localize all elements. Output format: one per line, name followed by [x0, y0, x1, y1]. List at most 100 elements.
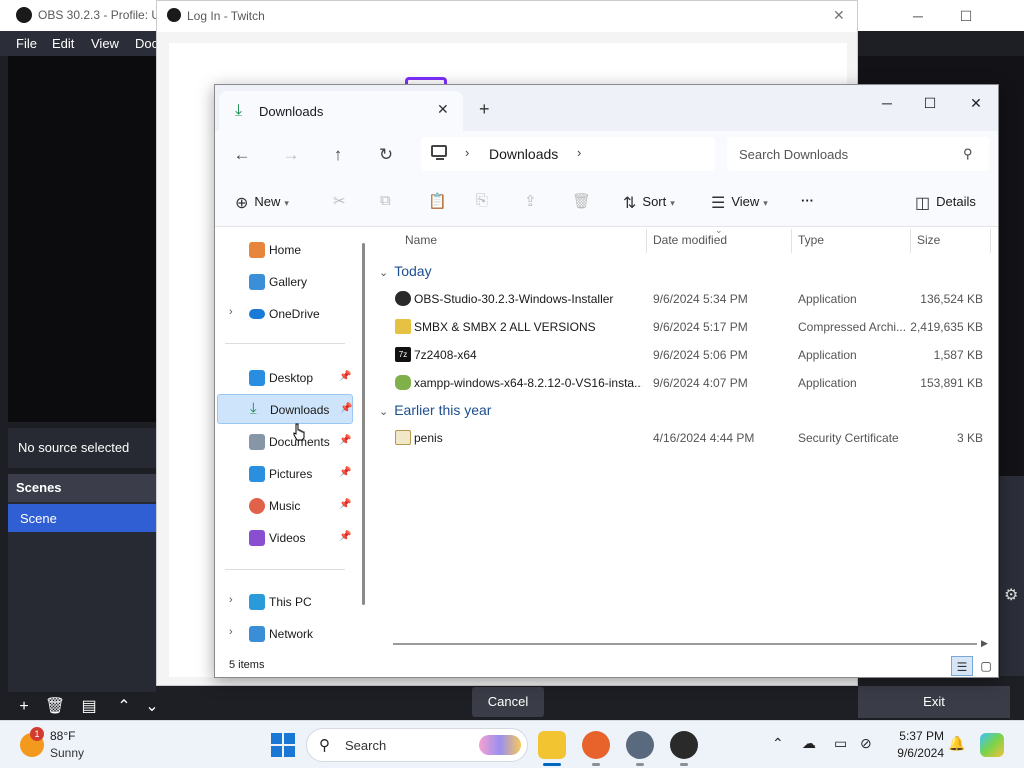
zip-folder-icon — [395, 319, 411, 334]
file-row[interactable]: xampp-windows-x64-8.2.12-0-VS16-insta...… — [371, 369, 997, 397]
minimize-icon[interactable]: ─ — [875, 91, 899, 115]
file-explorer-taskbar-icon[interactable] — [538, 731, 566, 759]
settings-gear-icon[interactable] — [626, 731, 654, 759]
tab-downloads[interactable]: ⤓ Downloads ✕ — [219, 91, 463, 131]
firefox-icon[interactable] — [582, 731, 610, 759]
nav-item-downloads[interactable]: ⤓ Downloads 📌 — [217, 394, 353, 424]
filter-icon[interactable]: ▤ — [78, 696, 100, 718]
display-icon[interactable]: ▭ — [834, 735, 847, 752]
cloud-offline-icon[interactable]: ☁ — [802, 735, 816, 752]
breadcrumb-downloads[interactable]: Downloads — [489, 146, 558, 162]
taskbar-search[interactable]: ⚲ Search — [306, 728, 528, 762]
scroll-right-icon[interactable]: ▶ — [981, 638, 988, 649]
status-bar: 5 items ☰ ▢ — [215, 655, 998, 677]
close-icon[interactable]: ✕ — [833, 7, 845, 24]
group-earlier-this-year[interactable]: ⌄ Earlier this year — [379, 402, 491, 418]
tiles-view-icon[interactable]: ▢ — [975, 656, 997, 676]
bell-icon[interactable]: 🔔 — [948, 735, 965, 752]
close-icon[interactable]: ✕ — [964, 91, 988, 115]
exit-button[interactable]: Exit — [858, 686, 1010, 718]
cut-icon[interactable]: ✂ — [333, 192, 346, 210]
videos-icon — [249, 530, 265, 546]
start-button[interactable] — [271, 733, 295, 757]
address-bar[interactable]: › Downloads › — [421, 137, 715, 171]
weather-temperature[interactable]: 88°F — [50, 729, 75, 743]
share-icon[interactable]: ⇪ — [524, 192, 537, 210]
no-source-label: No source selected — [8, 428, 156, 468]
copy-icon[interactable]: ⧉ — [380, 192, 391, 209]
scene-item[interactable]: Scene — [8, 504, 156, 532]
view-button[interactable]: ☰ View ▾ — [711, 193, 768, 213]
obs-logo-icon — [16, 7, 32, 23]
chevron-right-icon[interactable]: › — [465, 145, 469, 160]
new-tab-icon[interactable]: + — [479, 99, 490, 120]
column-type[interactable]: Type — [798, 233, 824, 247]
chevron-right-icon[interactable]: › — [229, 626, 233, 638]
nav-item-home[interactable]: Home — [217, 235, 353, 265]
horizontal-scrollbar[interactable] — [393, 643, 977, 645]
rename-icon[interactable]: ⎘ — [476, 192, 488, 209]
paste-icon[interactable]: 📋 — [428, 192, 447, 210]
chevron-right-icon[interactable]: › — [577, 145, 581, 160]
clock-time[interactable]: 5:37 PM — [892, 729, 944, 743]
menu-file[interactable]: File — [16, 36, 37, 51]
more-options-button[interactable]: ··· — [801, 193, 814, 208]
copilot-icon[interactable] — [980, 733, 1004, 757]
gear-icon[interactable]: ⚙ — [1004, 585, 1018, 605]
back-arrow-icon[interactable]: ← — [230, 145, 254, 167]
sort-button[interactable]: ⇅ Sort ▾ — [623, 193, 675, 213]
move-down-icon[interactable]: ⌄ — [141, 696, 163, 718]
refresh-icon[interactable]: ↻ — [374, 145, 398, 167]
forward-arrow-icon[interactable]: → — [279, 145, 303, 167]
details-pane-icon: ◫ — [915, 195, 931, 212]
nav-item-documents[interactable]: Documents 📌 — [217, 427, 353, 457]
delete-icon[interactable]: 🗑 — [572, 192, 591, 210]
move-up-icon[interactable]: ⌃ — [113, 696, 135, 718]
menu-edit[interactable]: Edit — [52, 36, 74, 51]
nav-item-gallery[interactable]: Gallery — [217, 267, 353, 297]
hand-cursor-icon — [293, 423, 305, 441]
cancel-button[interactable]: Cancel — [472, 687, 544, 717]
obs-preview — [8, 56, 156, 422]
column-size[interactable]: Size — [917, 233, 940, 247]
details-button[interactable]: ◫ Details — [915, 193, 976, 213]
details-view-icon[interactable]: ☰ — [951, 656, 973, 676]
nav-item-this-pc[interactable]: › This PC — [217, 587, 353, 617]
file-row[interactable]: penis 4/16/2024 4:44 PM Security Certifi… — [371, 424, 997, 452]
add-icon[interactable]: + — [13, 696, 35, 718]
pin-icon: 📌 — [339, 371, 352, 382]
trash-icon[interactable]: 🗑 — [44, 696, 66, 718]
chevron-right-icon[interactable]: › — [229, 594, 233, 606]
nav-item-pictures[interactable]: Pictures 📌 — [217, 459, 353, 489]
network-status-icon[interactable]: ⊘ — [860, 735, 872, 752]
chevron-right-icon[interactable]: › — [229, 306, 233, 318]
nav-item-videos[interactable]: Videos 📌 — [217, 523, 353, 553]
computer-icon — [431, 145, 447, 157]
minimize-icon[interactable]: ─ — [908, 6, 928, 26]
file-row[interactable]: 7z 7z2408-x64 9/6/2024 5:06 PM Applicati… — [371, 341, 997, 369]
tab-label: Downloads — [259, 104, 324, 119]
file-row[interactable]: OBS-Studio-30.2.3-Windows-Installer 9/6/… — [371, 285, 997, 313]
group-today[interactable]: ⌄ Today — [379, 263, 432, 279]
column-name[interactable]: Name — [405, 233, 437, 247]
menu-docks[interactable]: Doc — [135, 36, 158, 51]
up-arrow-icon[interactable]: ↑ — [326, 145, 350, 167]
nav-item-music[interactable]: Music 📌 — [217, 491, 353, 521]
maximize-icon[interactable]: ☐ — [956, 6, 976, 26]
file-row[interactable]: SMBX & SMBX 2 ALL VERSIONS 9/6/2024 5:17… — [371, 313, 997, 341]
file-explorer-window: ⤓ Downloads ✕ + ─ ☐ ✕ ← → ↑ ↻ › Download… — [214, 84, 999, 678]
maximize-icon[interactable]: ☐ — [918, 91, 942, 115]
nav-item-onedrive[interactable]: › OneDrive — [217, 299, 353, 329]
chevron-up-icon[interactable]: ⌃ — [772, 735, 784, 752]
weather-condition[interactable]: Sunny — [50, 746, 84, 760]
obs-taskbar-icon[interactable] — [670, 731, 698, 759]
column-date-modified[interactable]: Date modified — [653, 233, 727, 247]
menu-view[interactable]: View — [91, 36, 119, 51]
new-button[interactable]: ⊕ New ▾ — [235, 193, 289, 213]
nav-scrollbar[interactable] — [362, 243, 365, 605]
nav-item-desktop[interactable]: Desktop 📌 — [217, 363, 353, 393]
nav-item-network[interactable]: › Network — [217, 619, 353, 649]
close-tab-icon[interactable]: ✕ — [437, 101, 449, 118]
clock-date[interactable]: 9/6/2024 — [880, 746, 944, 760]
search-input[interactable]: Search Downloads ⚲ — [727, 137, 989, 171]
